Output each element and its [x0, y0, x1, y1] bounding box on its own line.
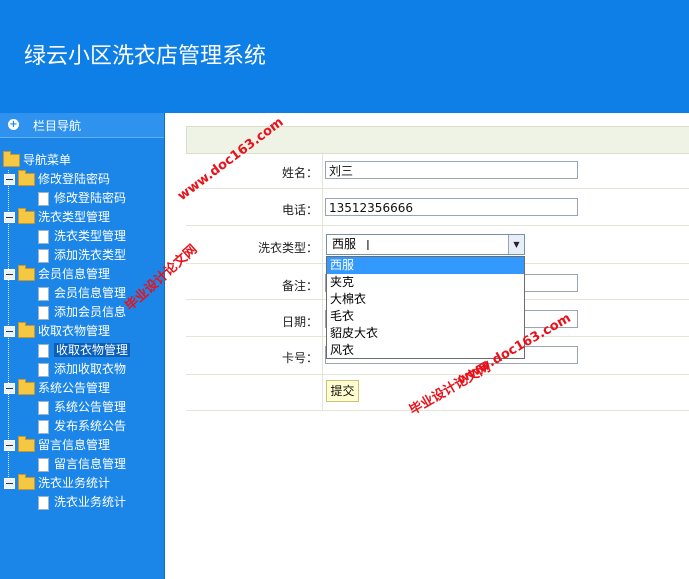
laundry-type-dropdown[interactable]: 西服 夹克 大棉衣 毛衣 貂皮大衣 风衣: [326, 256, 525, 359]
collapse-icon[interactable]: [4, 269, 15, 280]
sidebar-item-laundry-type-manage[interactable]: 洗衣类型管理: [38, 227, 126, 245]
app-title: 绿云小区洗衣店管理系统: [24, 44, 267, 69]
sidebar-item-change-password[interactable]: 修改登陆密码: [38, 189, 126, 207]
sidebar-group-member[interactable]: 会员信息管理: [4, 265, 110, 283]
phone-input[interactable]: 13512356666: [325, 198, 578, 216]
folder-open-icon: [18, 208, 35, 224]
card-label: 卡号：: [281, 351, 318, 365]
note-label: 备注：: [281, 279, 318, 293]
page-icon: [38, 400, 49, 415]
sidebar-header[interactable]: + 栏目导航: [0, 113, 164, 138]
folder-open-icon: [3, 151, 20, 167]
sidebar-item-add-clothes[interactable]: 添加收取衣物: [38, 360, 126, 378]
dropdown-option[interactable]: 西服: [327, 257, 524, 274]
submit-button[interactable]: 提交: [326, 380, 359, 402]
sidebar-item-add-member[interactable]: 添加会员信息: [38, 303, 126, 321]
collapse-icon[interactable]: [4, 326, 15, 337]
page-icon: [38, 495, 49, 510]
chevron-down-icon[interactable]: ▼: [508, 235, 524, 254]
sidebar-group-password[interactable]: 修改登陆密码: [4, 170, 110, 188]
dropdown-option[interactable]: 夹克: [327, 274, 524, 291]
folder-open-icon: [18, 379, 35, 395]
collapse-icon[interactable]: [4, 440, 15, 451]
page-icon: [38, 362, 49, 377]
sidebar-item-add-laundry-type[interactable]: 添加洗衣类型: [38, 246, 126, 264]
page-icon: [38, 286, 49, 301]
sidebar-item-member-manage[interactable]: 会员信息管理: [38, 284, 126, 302]
date-label: 日期：: [281, 315, 318, 329]
form-row-name: 姓名： 刘三: [186, 152, 689, 189]
laundry-type-label: 洗衣类型：: [257, 241, 318, 255]
sidebar-item-notice-manage[interactable]: 系统公告管理: [38, 398, 126, 416]
page-icon: [38, 457, 49, 472]
folder-open-icon: [18, 322, 35, 338]
sidebar: + 栏目导航 导航菜单 修改登陆密码 修改登陆密码 洗衣类型管理 洗衣类型管理 …: [0, 113, 165, 579]
sidebar-group-statistics[interactable]: 洗衣业务统计: [4, 474, 110, 492]
dropdown-option[interactable]: 大棉衣: [327, 291, 524, 308]
folder-open-icon: [18, 474, 35, 490]
dropdown-option[interactable]: 貂皮大衣: [327, 325, 524, 342]
dropdown-option[interactable]: 毛衣: [327, 308, 524, 325]
name-input[interactable]: 刘三: [325, 161, 578, 179]
sidebar-item-statistics[interactable]: 洗衣业务统计: [38, 493, 126, 511]
sidebar-item-publish-notice[interactable]: 发布系统公告: [38, 417, 126, 435]
folder-open-icon: [18, 265, 35, 281]
page-icon: [38, 305, 49, 320]
tree-root[interactable]: 导航菜单: [3, 151, 71, 169]
sidebar-group-laundry-type[interactable]: 洗衣类型管理: [4, 208, 110, 226]
laundry-type-select[interactable]: 西服 ▼: [326, 234, 525, 255]
sidebar-item-message-manage[interactable]: 留言信息管理: [38, 455, 126, 473]
folder-open-icon: [18, 436, 35, 452]
collapse-icon[interactable]: [4, 383, 15, 394]
page-icon: [38, 419, 49, 434]
app-header: 绿云小区洗衣店管理系统: [0, 0, 689, 113]
sidebar-item-clothes-manage[interactable]: 收取衣物管理: [38, 341, 131, 359]
collapse-icon[interactable]: [4, 174, 15, 185]
page-icon: [38, 229, 49, 244]
phone-label: 电话：: [281, 203, 318, 217]
form-row-phone: 电话： 13512356666: [186, 188, 689, 226]
sidebar-group-notice[interactable]: 系统公告管理: [4, 379, 110, 397]
sidebar-group-message[interactable]: 留言信息管理: [4, 436, 110, 454]
sidebar-group-clothes[interactable]: 收取衣物管理: [4, 322, 110, 340]
page-icon: [38, 248, 49, 263]
collapse-icon[interactable]: [4, 212, 15, 223]
text-cursor-icon: I: [366, 239, 370, 254]
collapse-icon[interactable]: [4, 478, 15, 489]
expand-circle-icon: +: [8, 119, 19, 130]
page-icon: [38, 343, 49, 358]
laundry-type-selected: 西服: [332, 237, 357, 251]
folder-open-icon: [18, 170, 35, 186]
page-icon: [38, 191, 49, 206]
sidebar-header-label: 栏目导航: [33, 119, 82, 133]
